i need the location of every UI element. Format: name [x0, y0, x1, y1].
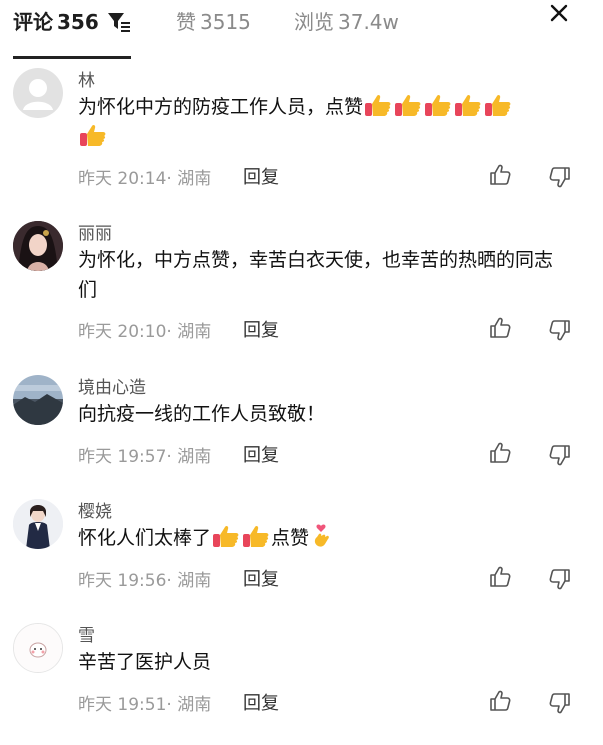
comment-text-content: 为怀化中方的防疫工作人员，点赞: [78, 96, 364, 118]
comment-author: 雪: [78, 626, 95, 646]
thumbs-up-emoji: [241, 524, 271, 548]
active-tab-indicator: [13, 56, 131, 59]
thumbs-up-icon[interactable]: [488, 163, 512, 187]
comment-time: 昨天 20:10: [78, 322, 167, 342]
tab-likes-label: 赞: [176, 10, 196, 34]
filter-icon[interactable]: [107, 11, 131, 33]
comment-author: 林: [78, 71, 95, 91]
comment-time: 昨天 19:51: [78, 695, 167, 715]
comment-author: 境由心造: [78, 378, 146, 398]
comment-location: 湖南: [177, 571, 212, 591]
thumbs-up-emoji: [423, 93, 453, 117]
comment-item: 樱娆 怀化人们太棒了 点赞 昨天 19:56· 湖南 回复: [0, 497, 603, 621]
tab-comments-label: 评论: [13, 10, 53, 34]
comment-location: 湖南: [177, 695, 212, 715]
reply-button[interactable]: 回复: [243, 689, 279, 715]
thumbs-up-icon[interactable]: [488, 441, 512, 465]
reply-button[interactable]: 回复: [243, 163, 279, 189]
reply-button[interactable]: 回复: [243, 441, 279, 467]
avatar[interactable]: [13, 499, 63, 549]
tab-comments[interactable]: 评论 356: [13, 6, 99, 35]
comment-text: 怀化人们太棒了 点赞: [78, 523, 578, 553]
comment-item: 境由心造 向抗疫一线的工作人员致敬！ 昨天 19:57· 湖南 回复: [0, 373, 603, 497]
user-photo-icon: [13, 221, 63, 271]
thumbs-up-icon[interactable]: [488, 316, 512, 340]
default-avatar-icon: [23, 79, 53, 110]
comment-time: 昨天 20:14: [78, 169, 167, 189]
comment-text: 为怀化中方的防疫工作人员，点赞: [78, 92, 578, 152]
cartoon-avatar-icon: [14, 624, 62, 672]
comment-tabs: 评论 356 赞 3515 浏览 37.4w: [0, 0, 603, 60]
avatar[interactable]: [13, 375, 63, 425]
comment-item: 林 为怀化中方的防疫工作人员，点赞 昨天 20:14· 湖南 回复: [0, 66, 603, 190]
comment-meta: 昨天 19:57· 湖南: [78, 447, 212, 467]
tab-views-count: 37.4w: [338, 10, 399, 34]
comment-item: 丽丽 为怀化，中方点赞，幸苦白衣天使，也幸苦的热晒的同志们 昨天 20:10· …: [0, 219, 603, 343]
tab-comments-count: 356: [57, 10, 99, 34]
comment-author: 丽丽: [78, 224, 112, 244]
thumbs-up-emoji: [363, 93, 393, 117]
comment-location: 湖南: [177, 169, 212, 189]
thumbs-down-icon[interactable]: [548, 318, 572, 342]
close-icon[interactable]: [548, 2, 570, 24]
landscape-photo-icon: [13, 375, 63, 425]
tab-views-label: 浏览: [294, 10, 334, 34]
tab-likes[interactable]: 赞 3515: [176, 6, 251, 35]
thumbs-down-icon[interactable]: [548, 567, 572, 591]
reply-button[interactable]: 回复: [243, 316, 279, 342]
tab-views[interactable]: 浏览 37.4w: [294, 6, 399, 35]
thumbs-down-icon[interactable]: [548, 165, 572, 189]
comment-text: 向抗疫一线的工作人员致敬！: [78, 403, 326, 425]
comment-text: 为怀化，中方点赞，幸苦白衣天使，也幸苦的热晒的同志们: [78, 249, 554, 301]
thumbs-up-emoji: [483, 93, 513, 117]
avatar[interactable]: [13, 221, 63, 271]
thumbs-down-icon[interactable]: [548, 443, 572, 467]
thumbs-down-icon[interactable]: [548, 691, 572, 715]
comment-location: 湖南: [177, 447, 212, 467]
comment-time: 昨天 19:57: [78, 447, 167, 467]
thumbs-up-icon[interactable]: [488, 689, 512, 713]
comment-text-suffix: 点赞: [271, 527, 310, 549]
comment-time: 昨天 19:56: [78, 571, 167, 591]
comment-meta: 昨天 20:10· 湖南: [78, 322, 212, 342]
reply-button[interactable]: 回复: [243, 565, 279, 591]
avatar[interactable]: [13, 623, 63, 673]
tab-likes-count: 3515: [200, 10, 251, 34]
thumbs-up-emoji: [78, 123, 108, 147]
thumbs-up-emoji: [393, 93, 423, 117]
comment-author: 樱娆: [78, 502, 112, 522]
comment-item: 雪 辛苦了医护人员 昨天 19:51· 湖南 回复: [0, 621, 603, 745]
thumbs-up-emoji: [211, 524, 241, 548]
thumbs-up-emoji: [453, 93, 483, 117]
comment-location: 湖南: [177, 322, 212, 342]
avatar[interactable]: [13, 68, 63, 118]
comment-text-content: 怀化人们太棒了: [78, 527, 212, 549]
comment-text: 辛苦了医护人员: [78, 651, 212, 673]
user-photo-icon: [13, 499, 63, 549]
thumbs-up-icon[interactable]: [488, 565, 512, 589]
comment-meta: 昨天 19:51· 湖南: [78, 695, 212, 715]
comment-meta: 昨天 20:14· 湖南: [78, 169, 212, 189]
heart-hand-emoji: [314, 524, 329, 547]
comment-meta: 昨天 19:56· 湖南: [78, 571, 212, 591]
